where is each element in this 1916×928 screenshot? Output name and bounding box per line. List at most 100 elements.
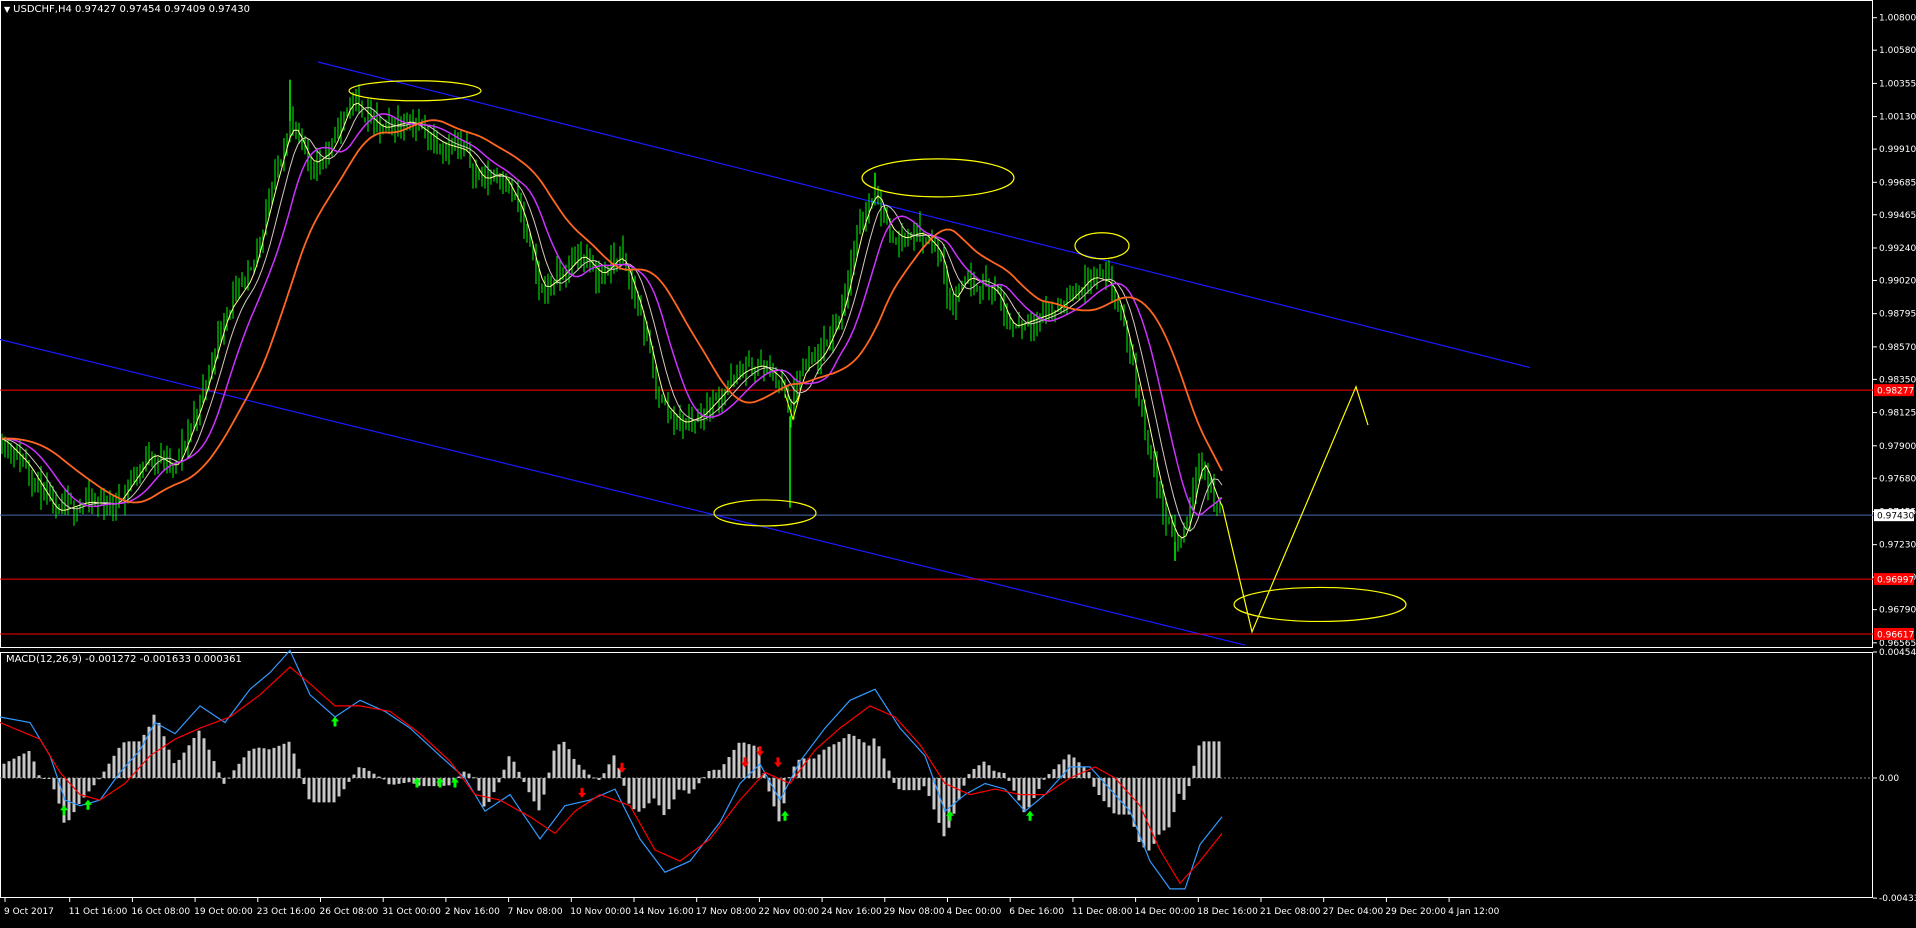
macd-histogram-bar — [697, 777, 701, 784]
macd-histogram-bar — [372, 773, 376, 778]
macd-histogram-bar — [337, 777, 341, 797]
macd-histogram-bar — [547, 772, 551, 778]
macd-histogram-bar — [497, 777, 501, 783]
macd-histogram-bar — [652, 777, 656, 799]
macd-histogram-bar — [522, 777, 526, 783]
macd-histogram-bar — [407, 777, 411, 783]
y-tick-label: 0.98350 — [1879, 375, 1916, 385]
macd-histogram-bar — [1157, 777, 1161, 835]
macd-histogram-bar — [672, 777, 676, 800]
main-chart-header: ▼ USDCHF,H4 0.97427 0.97454 0.97409 0.974… — [4, 4, 250, 15]
macd-histogram-bar — [1147, 777, 1151, 851]
time-tick-label: 21 Dec 08:00 — [1260, 907, 1321, 917]
macd-histogram-bar — [1007, 777, 1011, 781]
macd-histogram-bar — [967, 774, 971, 778]
macd-histogram-bar — [877, 746, 881, 778]
macd-histogram-bar — [137, 741, 141, 778]
macd-histogram-bar — [82, 777, 86, 798]
macd-histogram-bar — [202, 738, 206, 778]
macd-histogram-bar — [802, 758, 806, 778]
macd-histogram-bar — [247, 750, 251, 778]
macd-histogram-bar — [1012, 777, 1016, 791]
macd-histogram-bar — [962, 777, 966, 786]
macd-histogram-bar — [587, 774, 591, 778]
macd-histogram-bar — [122, 742, 126, 778]
time-tick-label: 19 Oct 00:00 — [194, 907, 253, 917]
macd-histogram-bar — [837, 741, 841, 778]
macd-histogram-bar — [552, 750, 556, 778]
macd-histogram-bar — [287, 741, 291, 778]
macd-histogram-bar — [862, 742, 866, 778]
macd-histogram-bar — [722, 764, 726, 778]
time-tick-label: 17 Nov 08:00 — [696, 907, 757, 917]
macd-histogram-bar — [322, 777, 326, 803]
macd-histogram-bar — [702, 777, 706, 779]
macd-histogram-bar — [232, 770, 236, 778]
macd-histogram-bar — [1177, 777, 1181, 794]
macd-histogram-bar — [1182, 777, 1186, 800]
macd-histogram-bar — [812, 758, 816, 778]
macd-histogram-bar — [1162, 777, 1166, 831]
macd-histogram-bar — [1037, 777, 1041, 789]
macd-histogram-bar — [1202, 741, 1206, 778]
macd-histogram-bar — [1052, 769, 1056, 778]
macd-histogram-bar — [1047, 774, 1051, 778]
macd-histogram-bar — [632, 777, 636, 810]
macd-histogram-bar — [852, 735, 856, 778]
macd-histogram-bar — [187, 745, 191, 778]
macd-histogram-bar — [832, 744, 836, 778]
y-tick-label: 0.99240 — [1879, 244, 1916, 254]
time-tick-label: 10 Nov 00:00 — [570, 907, 631, 917]
time-tick-label: 11 Dec 08:00 — [1072, 907, 1133, 917]
macd-histogram-bar — [527, 777, 531, 793]
macd-histogram-bar — [1002, 772, 1006, 778]
macd-histogram-bar — [277, 745, 281, 778]
macd-histogram-bar — [402, 777, 406, 784]
macd-histogram-bar — [37, 775, 41, 778]
symbol-quote-text: USDCHF,H4 0.97427 0.97454 0.97409 0.9743… — [13, 4, 250, 15]
macd-histogram-bar — [627, 777, 631, 804]
time-tick-label: 4 Dec 00:00 — [947, 907, 1002, 917]
time-tick-label: 2 Nov 16:00 — [445, 907, 500, 917]
macd-histogram-bar — [692, 777, 696, 790]
macd-histogram-bar — [607, 764, 611, 778]
y-tick-label: 0.99685 — [1879, 178, 1916, 188]
y-tick-label: 1.00580 — [1879, 46, 1916, 56]
macd-histogram-bar — [307, 777, 311, 800]
macd-histogram-bar — [112, 755, 116, 778]
macd-histogram-bar — [97, 777, 101, 780]
macd-histogram-bar — [1122, 777, 1126, 815]
macd-histogram-bar — [357, 767, 361, 778]
macd-histogram-bar — [387, 777, 391, 785]
macd-histogram-bar — [2, 763, 6, 778]
macd-histogram-bar — [577, 764, 581, 778]
macd-histogram-bar — [297, 768, 301, 778]
macd-histogram-bar — [842, 738, 846, 778]
macd-histogram-bar — [482, 777, 486, 807]
collapse-triangle-icon[interactable]: ▼ — [4, 5, 10, 14]
macd-histogram-bar — [72, 777, 76, 813]
macd-histogram-bar — [707, 771, 711, 778]
forex-chart[interactable]: 1.00800 1.00580 1.00355 1.00130 0.99910 0.996… — [0, 0, 1916, 924]
macd-histogram-bar — [392, 777, 396, 785]
macd-histogram-bar — [32, 761, 36, 778]
macd-histogram-bar — [102, 771, 106, 778]
macd-histogram-bar — [1072, 757, 1076, 778]
macd-histogram-bar — [167, 749, 171, 778]
macd-histogram-bar — [272, 747, 276, 778]
macd-histogram-bar — [27, 751, 31, 778]
macd-histogram-bar — [517, 771, 521, 778]
level-price-label: 0.98277 — [1877, 387, 1914, 397]
macd-histogram-bar — [982, 761, 986, 778]
macd-histogram-bar — [712, 769, 716, 778]
macd-histogram-bar — [567, 749, 571, 778]
time-tick-label: 29 Dec 20:00 — [1385, 907, 1446, 917]
macd-histogram-bar — [952, 777, 956, 814]
macd-histogram-bar — [717, 769, 721, 778]
macd-y-tick-label: 0.004544 — [1879, 648, 1916, 658]
time-tick-label: 26 Oct 08:00 — [320, 907, 379, 917]
macd-histogram-bar — [562, 741, 566, 778]
chart-window: 1.00800 1.00580 1.00355 1.00130 0.99910 0.996… — [0, 0, 1916, 924]
macd-histogram-bar — [662, 777, 666, 816]
time-tick-label: 31 Oct 00:00 — [382, 907, 441, 917]
